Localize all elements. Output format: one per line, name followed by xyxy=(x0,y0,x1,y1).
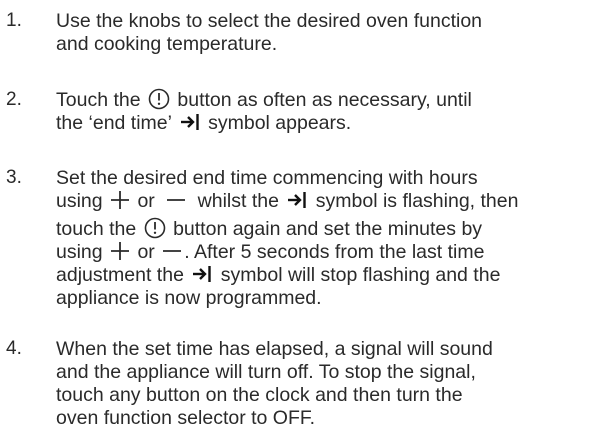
step-text: symbol will stop flashing and the xyxy=(215,264,501,286)
plus-icon xyxy=(111,241,130,260)
step-text-line: touch the button again and set the minut… xyxy=(56,217,482,241)
step-text-line: adjustment the symbol will stop flashing… xyxy=(56,263,500,287)
step-text-line: appliance is now programmed. xyxy=(56,287,322,309)
minus-icon xyxy=(167,198,186,201)
clock-icon xyxy=(144,217,165,239)
step-text-line: Touch the button as often as necessary, … xyxy=(56,88,472,112)
step-text-line: the ‘end time’ symbol appears. xyxy=(56,111,351,135)
step-text-line: using or . After 5 seconds from the last… xyxy=(56,240,484,264)
step-text: . After 5 seconds from the last time xyxy=(184,241,485,263)
step-text: or xyxy=(132,241,161,263)
step-text: symbol appears. xyxy=(202,112,352,134)
step-text: whilst the xyxy=(192,190,285,212)
step-text-line: touch any button on the clock and then t… xyxy=(56,384,463,406)
step-text: or xyxy=(132,190,161,212)
step-text-line: and the appliance will turn off. To stop… xyxy=(56,361,476,383)
step-text: touch the xyxy=(56,218,142,240)
minus-icon xyxy=(163,249,182,252)
step-text-line: and cooking temperature. xyxy=(56,33,278,55)
step-text: button again and set the minutes by xyxy=(167,218,483,240)
step-text-line: using or whilst the symbol is flashing, … xyxy=(56,189,518,213)
step-text: using xyxy=(56,190,109,212)
step-number: 4. xyxy=(6,338,22,359)
step-text-line: oven function selector to OFF. xyxy=(56,407,316,429)
step-text-line: Use the knobs to select the desired oven… xyxy=(56,10,483,32)
step-text: symbol is flashing, then xyxy=(310,190,519,212)
end-time-icon xyxy=(288,191,307,208)
plus-icon xyxy=(111,190,130,209)
end-time-icon xyxy=(193,265,212,282)
step-text: adjustment the xyxy=(56,264,190,286)
clock-icon xyxy=(148,88,170,110)
step-number: 2. xyxy=(6,89,22,110)
step-text-line: Set the desired end time commencing with… xyxy=(56,167,478,189)
step-text: using xyxy=(56,241,109,263)
step-text: button as often as necessary, until xyxy=(171,89,472,111)
step-text: the ‘end time’ xyxy=(56,112,177,134)
step-text: Touch the xyxy=(56,89,146,111)
step-number: 1. xyxy=(6,10,22,31)
step-text-line: When the set time has elapsed, a signal … xyxy=(56,338,493,360)
end-time-icon xyxy=(180,113,199,130)
step-number: 3. xyxy=(6,167,22,188)
